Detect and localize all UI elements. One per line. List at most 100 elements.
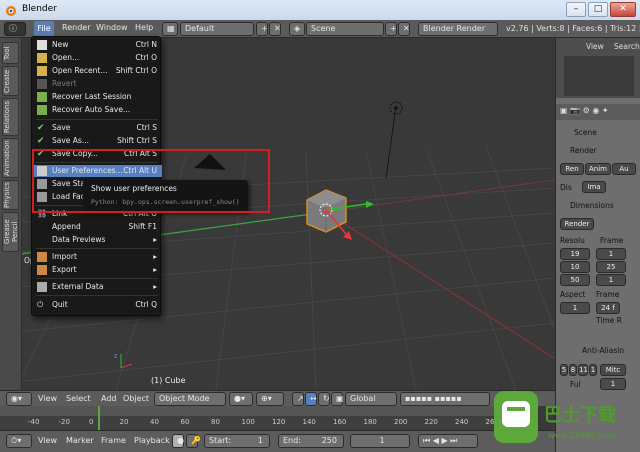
scene-select[interactable]: Scene — [306, 22, 384, 36]
render-engine-select[interactable]: Blender Render — [418, 22, 498, 36]
anti-aliasing-section-header[interactable]: Anti-Aliasin — [582, 346, 624, 355]
scene-add-icon[interactable]: + — [385, 22, 397, 36]
maximize-button[interactable]: □ — [588, 2, 608, 17]
menu-item-external-data[interactable]: External Data ▸ — [32, 281, 162, 293]
editor-type-icon[interactable]: ⓘ — [4, 22, 26, 36]
display-select[interactable]: Ima — [582, 181, 606, 193]
menu-help[interactable]: Help — [135, 23, 153, 32]
layout-add-icon[interactable]: + — [256, 22, 268, 36]
menu-select[interactable]: Select — [66, 394, 91, 403]
menu-object[interactable]: Object — [123, 394, 149, 403]
watermark-brand: 巴士下载 — [544, 405, 616, 426]
close-button[interactable]: ✕ — [610, 2, 636, 17]
timeline-menu-playback[interactable]: Playback — [134, 436, 170, 445]
dimensions-section-header[interactable]: Dimensions — [570, 201, 614, 210]
aa-sample-8[interactable]: 8 — [569, 364, 577, 376]
scene-remove-icon[interactable]: ✕ — [398, 22, 410, 36]
render-section-header[interactable]: Render — [570, 146, 597, 155]
resolution-x-field[interactable]: 19 — [560, 248, 590, 260]
menu-add[interactable]: Add — [101, 394, 117, 403]
start-frame-field[interactable]: Start: 1 — [204, 434, 270, 448]
layout-icon[interactable]: ▦ — [162, 22, 178, 36]
menu-item-quit[interactable]: ⏻ Quit Ctrl Q — [32, 299, 162, 311]
tab-relations[interactable]: Relations — [2, 98, 19, 136]
menu-item-revert[interactable]: Revert — [32, 78, 162, 90]
frame-step-field[interactable]: 1 — [596, 274, 626, 286]
outliner-tree[interactable] — [564, 56, 634, 96]
tab-physics[interactable]: Physics — [2, 180, 19, 210]
menu-item-import[interactable]: Import ▸ — [32, 251, 162, 263]
menu-item-recover-last[interactable]: Recover Last Session — [32, 91, 162, 103]
aa-sample-16[interactable]: 1 — [589, 364, 597, 376]
scale-icon[interactable]: ▣ — [331, 392, 344, 406]
window-titlebar: Blender – □ ✕ — [0, 0, 640, 20]
current-frame-field[interactable]: 1 — [350, 434, 410, 448]
editor-type-timeline-icon[interactable]: ⏱▾ — [6, 434, 32, 448]
power-icon: ⏻ — [37, 300, 44, 309]
menu-item-recover-auto[interactable]: Recover Auto Save... — [32, 104, 162, 116]
menu-item-save-as[interactable]: ✔ Save As... Shift Ctrl S — [32, 135, 162, 147]
menu-item-new[interactable]: New Ctrl N — [32, 39, 162, 51]
resolution-percent-field[interactable]: 50 — [560, 274, 590, 286]
animation-button[interactable]: Anim — [585, 163, 611, 175]
render-button[interactable]: Ren — [560, 163, 584, 175]
tool-shelf-tabs: Tool Create Relations Animation Physics … — [0, 38, 22, 398]
audio-button[interactable]: Au — [612, 163, 636, 175]
fps-select[interactable]: 24 f — [596, 302, 620, 314]
tab-tool[interactable]: Tool — [2, 42, 19, 64]
timeline-menu-view[interactable]: View — [38, 436, 57, 445]
aspect-label: Aspect — [560, 290, 586, 299]
mode-select[interactable]: Object Mode — [154, 392, 226, 406]
layers-grid[interactable]: ▪▪▪▪▪ ▪▪▪▪▪ — [400, 392, 490, 406]
tab-animation[interactable]: Animation — [2, 138, 19, 178]
properties-tab-icons[interactable]: ▣ 📷 ⚙ ◉ ✦ — [560, 106, 609, 115]
menu-item-open[interactable]: Open... Ctrl O — [32, 52, 162, 64]
aa-sample-5[interactable]: 5 — [560, 364, 568, 376]
orientation-select[interactable]: Global — [345, 392, 397, 406]
editor-type-3d-icon[interactable]: ◉▾ — [6, 392, 32, 406]
menu-item-export[interactable]: Export ▸ — [32, 264, 162, 276]
aspect-x-field[interactable]: 1 — [560, 302, 590, 314]
menu-view[interactable]: View — [38, 394, 57, 403]
frame-end-field[interactable]: 25 — [596, 261, 626, 273]
aa-sample-11[interactable]: 11 — [578, 364, 588, 376]
menu-file[interactable]: File — [34, 21, 54, 36]
menu-window[interactable]: Window — [96, 23, 128, 32]
timeline-tick-label: 60 — [180, 418, 190, 426]
aa-filter-select[interactable]: Mitc — [600, 364, 626, 376]
rotate-icon[interactable]: ↻ — [318, 392, 330, 406]
menu-item-data-previews[interactable]: Data Previews ▸ — [32, 234, 162, 246]
menu-render[interactable]: Render — [62, 23, 90, 32]
minimize-button[interactable]: – — [566, 2, 586, 17]
layout-select[interactable]: Default — [180, 22, 254, 36]
current-frame-marker[interactable] — [98, 406, 100, 430]
timeline-menu-frame[interactable]: Frame — [101, 436, 126, 445]
translate-icon[interactable]: ↔ — [305, 392, 317, 406]
scene-icon[interactable]: ◈ — [289, 22, 305, 36]
highlight-annotation-box — [32, 149, 270, 213]
timeline-area[interactable]: -40 -20 0 20 40 60 80 100 120 140 160 180 200 220 240 2… — [0, 406, 500, 430]
timeline-menu-marker[interactable]: Marker — [66, 436, 94, 445]
menu-item-shortcut: Ctrl Q — [135, 300, 157, 309]
outliner-view-menu[interactable]: View — [586, 42, 604, 51]
resolution-y-field[interactable]: 10 — [560, 261, 590, 273]
pivot-point-icon[interactable]: ⊕▾ — [256, 392, 284, 406]
keying-set-icon[interactable]: 🔑 — [186, 434, 201, 448]
end-frame-field[interactable]: End: 250 — [278, 434, 344, 448]
outliner-search-menu[interactable]: Search — [614, 42, 640, 51]
playback-controls[interactable]: ⏮ ◀ ▶ ⏭ — [418, 434, 478, 448]
layout-remove-icon[interactable]: ✕ — [269, 22, 281, 36]
menu-item-save[interactable]: ✔ Save Ctrl S — [32, 122, 162, 134]
viewport-shading-icon[interactable]: ●▾ — [229, 392, 253, 406]
tab-create[interactable]: Create — [2, 66, 19, 96]
manipulator-toggle-icon[interactable]: ↗ — [292, 392, 304, 406]
timeline-tick-label: 240 — [455, 418, 469, 426]
menu-item-label: Save As... — [52, 136, 89, 145]
frame-start-field[interactable]: 1 — [596, 248, 626, 260]
outliner[interactable]: View Search — [556, 38, 640, 98]
record-icon[interactable]: ● — [172, 434, 184, 448]
render-preset-select[interactable]: Render — [560, 218, 594, 230]
tab-grease-pencil[interactable]: Grease Pencil — [2, 212, 19, 252]
menu-item-open-recent[interactable]: Open Recent... Shift Ctrl O — [32, 65, 162, 77]
menu-item-append[interactable]: Append Shift F1 — [32, 221, 162, 233]
